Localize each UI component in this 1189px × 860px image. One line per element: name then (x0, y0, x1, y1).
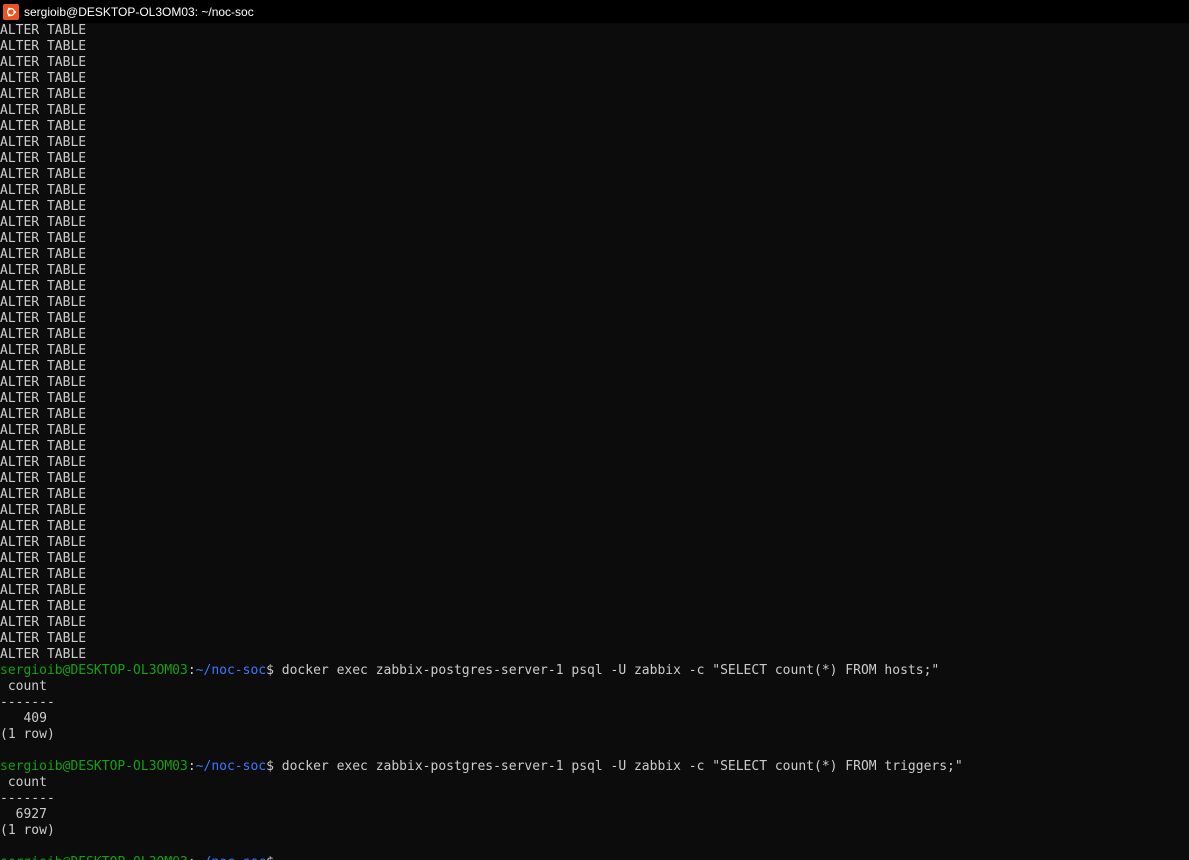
prompt-colon: : (187, 759, 196, 774)
terminal-output[interactable]: ALTER TABLE ALTER TABLE ALTER TABLE ALTER T… (0, 23, 1189, 860)
prompt-dollar: $ (266, 663, 274, 678)
output-line: ALTER TABLE (0, 391, 87, 406)
command-text: docker exec zabbix-postgres-server-1 psq… (273, 759, 963, 774)
result-line: 6927 (0, 807, 47, 822)
output-line: ALTER TABLE (0, 471, 87, 486)
result-line: ------- (0, 791, 55, 806)
output-line: ALTER TABLE (0, 135, 87, 150)
output-line: ALTER TABLE (0, 23, 87, 38)
output-line: ALTER TABLE (0, 455, 87, 470)
result-line (0, 743, 1189, 759)
output-line: ALTER TABLE (0, 327, 87, 342)
output-line: ALTER TABLE (0, 247, 87, 262)
output-line: ALTER TABLE (0, 343, 87, 358)
result-line: ------- (0, 695, 55, 710)
output-line: ALTER TABLE (0, 39, 87, 54)
output-line: ALTER TABLE (0, 423, 87, 438)
output-line: ALTER TABLE (0, 295, 87, 310)
output-line: ALTER TABLE (0, 55, 87, 70)
result-line: count (0, 775, 55, 790)
output-line: ALTER TABLE (0, 567, 87, 582)
ubuntu-icon (3, 3, 19, 20)
prompt-path: ~/noc-soc (195, 759, 267, 774)
prompt-dollar: $ (266, 855, 274, 860)
output-line: ALTER TABLE (0, 535, 87, 550)
result-line: 409 (0, 711, 47, 726)
output-line: ALTER TABLE (0, 551, 87, 566)
output-line: ALTER TABLE (0, 103, 87, 118)
output-line: ALTER TABLE (0, 647, 87, 662)
window-title: sergioib@DESKTOP-OL3OM03: ~/noc-soc (24, 4, 254, 19)
output-line: ALTER TABLE (0, 599, 87, 614)
prompt-user-host: sergioib@DESKTOP-OL3OM03 (0, 855, 188, 860)
prompt-user-host: sergioib@DESKTOP-OL3OM03 (0, 663, 188, 678)
output-line: ALTER TABLE (0, 375, 87, 390)
output-line: ALTER TABLE (0, 631, 87, 646)
result-line (0, 839, 1189, 855)
output-line: ALTER TABLE (0, 119, 87, 134)
title-bar[interactable]: sergioib@DESKTOP-OL3OM03: ~/noc-soc (0, 0, 1189, 23)
output-line: ALTER TABLE (0, 231, 87, 246)
result-line: count (0, 679, 55, 694)
output-line: ALTER TABLE (0, 583, 87, 598)
prompt-dollar: $ (266, 759, 274, 774)
ubuntu-logo-icon (6, 7, 16, 16)
output-line: ALTER TABLE (0, 311, 87, 326)
prompt-line: sergioib@DESKTOP-OL3OM03:~/noc-soc$ dock… (0, 759, 1189, 775)
prompt-path: ~/noc-soc (196, 855, 266, 860)
output-line: ALTER TABLE (0, 199, 87, 214)
prompt-user-host: sergioib@DESKTOP-OL3OM03 (0, 759, 188, 774)
prompt-line: sergioib@DESKTOP-OL3OM03:~/noc-soc$ dock… (0, 663, 1189, 679)
output-line: ALTER TABLE (0, 487, 87, 502)
prompt-path: ~/noc-soc (195, 663, 267, 678)
output-line: ALTER TABLE (0, 615, 87, 630)
output-line: ALTER TABLE (0, 71, 87, 86)
output-line: ALTER TABLE (0, 263, 87, 278)
output-line: ALTER TABLE (0, 87, 87, 102)
output-line: ALTER TABLE (0, 279, 87, 294)
output-line: ALTER TABLE (0, 183, 87, 198)
prompt-colon: : (188, 855, 196, 860)
output-line: ALTER TABLE (0, 503, 87, 518)
output-line: ALTER TABLE (0, 407, 87, 422)
output-line: ALTER TABLE (0, 151, 87, 166)
active-prompt-line[interactable]: sergioib@DESKTOP-OL3OM03:~/noc-soc$ (0, 855, 1189, 860)
output-line: ALTER TABLE (0, 167, 87, 182)
output-line: ALTER TABLE (0, 215, 87, 230)
result-line: (1 row) (0, 727, 55, 742)
command-text: docker exec zabbix-postgres-server-1 psq… (273, 663, 940, 678)
terminal-window: sergioib@DESKTOP-OL3OM03: ~/noc-soc ALTE… (0, 0, 1189, 860)
output-line: ALTER TABLE (0, 519, 87, 534)
result-line: (1 row) (0, 823, 55, 838)
output-line: ALTER TABLE (0, 359, 87, 374)
output-line: ALTER TABLE (0, 439, 87, 454)
prompt-colon: : (187, 663, 196, 678)
